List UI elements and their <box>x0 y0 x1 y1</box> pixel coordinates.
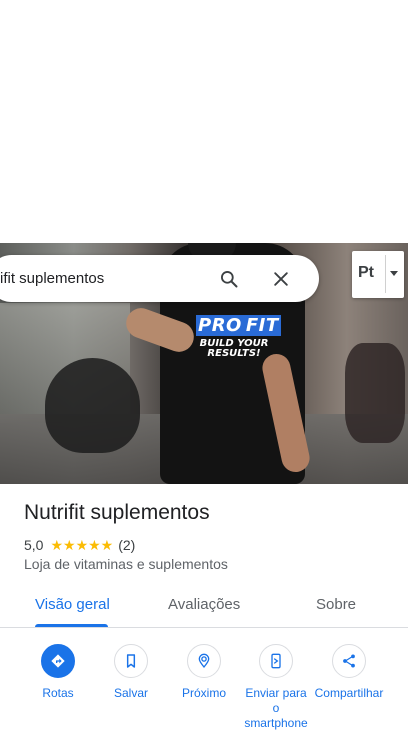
layer-button-label: Pt <box>358 264 374 281</box>
nearby-icon <box>198 653 210 669</box>
rating-stars-icon: ★★★★★ <box>50 536 114 553</box>
place-title: Nutrifit suplementos <box>24 501 210 524</box>
send-to-phone-button[interactable]: Enviar para o smartphone <box>241 638 311 731</box>
send-to-phone-icon <box>271 653 281 669</box>
share-icon <box>343 654 355 668</box>
directions-icon <box>51 654 65 668</box>
review-count[interactable]: (2) <box>118 537 135 553</box>
tab-about[interactable]: Sobre <box>316 596 356 613</box>
chevron-down-icon[interactable] <box>390 271 398 276</box>
tab-reviews[interactable]: Avaliações <box>168 596 240 613</box>
bookmark-icon <box>126 654 136 668</box>
save-button[interactable]: Salvar <box>96 638 166 701</box>
search-input[interactable]: ifit suplementos <box>0 255 104 302</box>
rating-row[interactable]: 5,0 ★★★★★ (2) <box>24 536 135 554</box>
directions-button[interactable]: Rotas <box>23 638 93 701</box>
shirt-print: PRO FIT BUILD YOUR RESULTS! <box>196 315 281 359</box>
action-bar: Rotas Salvar Próximo Enviar para o smart… <box>0 638 408 730</box>
place-category[interactable]: Loja de vitaminas e suplementos <box>24 556 228 572</box>
search-icon[interactable] <box>219 269 239 289</box>
tab-overview[interactable]: Visão geral <box>35 596 110 613</box>
active-tab-indicator <box>35 624 108 627</box>
rating-value: 5,0 <box>24 537 44 553</box>
close-icon[interactable] <box>271 269 291 289</box>
place-tabs: Visão geral Avaliações Sobre <box>0 585 408 628</box>
layer-language-button[interactable]: Pt <box>352 251 404 298</box>
share-button[interactable]: Compartilhar <box>314 638 384 701</box>
map-blank-area <box>0 0 408 243</box>
nearby-button[interactable]: Próximo <box>169 638 239 701</box>
search-bar[interactable]: ifit suplementos <box>0 255 319 302</box>
